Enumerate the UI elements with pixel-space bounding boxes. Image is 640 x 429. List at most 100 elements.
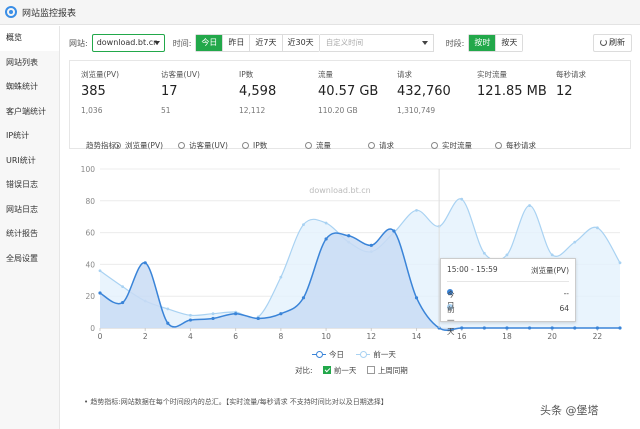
sidebar-item-ip-stats[interactable]: IP统计 — [0, 124, 59, 149]
x-tick-label: 22 — [593, 332, 603, 341]
data-point-yesterday — [324, 221, 328, 225]
data-point-yesterday — [121, 285, 125, 289]
data-point-today — [324, 237, 328, 241]
data-point-yesterday — [550, 253, 554, 257]
monitor-icon — [5, 6, 17, 18]
data-point-today — [188, 318, 193, 322]
y-tick-label: 0 — [90, 324, 95, 333]
data-point-today — [392, 229, 396, 233]
data-point-today — [505, 326, 509, 330]
y-tick-label: 40 — [85, 260, 95, 269]
compare-prev-day-checkbox[interactable] — [322, 366, 331, 374]
sidebar-item-client-stats[interactable]: 客户端统计 — [0, 100, 59, 125]
x-tick-label: 4 — [188, 332, 193, 341]
sidebar-item-site-list[interactable]: 网站列表 — [0, 51, 59, 76]
data-point-today — [279, 312, 283, 316]
tooltip-time: 15:00 - 15:59 — [447, 265, 498, 274]
compare-options: 对比: 前一天 上周同期 — [295, 365, 408, 376]
data-point-today — [301, 296, 306, 300]
trend-note-text: 趋势指标:网站数据在每个时间段内的总汇。【实时流量/每秒请求 不支持时间比对以及… — [90, 398, 388, 406]
data-point-yesterday — [618, 261, 622, 265]
data-point-today — [347, 234, 351, 238]
data-point-today — [369, 243, 373, 247]
data-point-yesterday — [211, 312, 215, 316]
data-point-today — [573, 326, 577, 330]
data-point-today — [595, 326, 599, 330]
y-tick-label: 100 — [81, 165, 96, 174]
data-point-today — [166, 321, 170, 325]
compare-prev-day-label: 前一天 — [333, 366, 357, 375]
x-tick-label: 12 — [367, 332, 377, 341]
legend-item-today[interactable]: 今日 — [312, 349, 344, 360]
tooltip-divider — [447, 281, 569, 282]
sidebar-item-global-settings[interactable]: 全局设置 — [0, 247, 59, 272]
data-point-yesterday — [460, 197, 464, 201]
data-point-today — [143, 261, 147, 265]
data-point-yesterday — [189, 313, 192, 317]
tooltip-row-yesterday: 前一天 64 — [447, 304, 569, 336]
x-tick-label: 10 — [321, 332, 331, 341]
compare-prev-week-checkbox[interactable] — [366, 366, 375, 374]
data-point-today — [460, 326, 464, 330]
chart-legend: 今日 前一天 — [312, 349, 406, 360]
tooltip-metric: 浏览量(PV) — [530, 266, 569, 275]
data-point-yesterday — [166, 307, 170, 311]
x-tick-label: 18 — [502, 332, 512, 341]
tooltip-series-name: 前一天 — [447, 305, 455, 336]
sidebar: 概览 网站列表 蜘蛛统计 客户端统计 IP统计 URI统计 错误日志 网站日志 … — [0, 26, 60, 429]
sidebar-item-site-log[interactable]: 网站日志 — [0, 198, 59, 223]
line-marker-icon — [356, 350, 371, 358]
data-point-today — [256, 316, 260, 321]
sidebar-item-spider-stats[interactable]: 蜘蛛统计 — [0, 75, 59, 100]
data-point-today — [121, 300, 125, 305]
data-point-yesterday — [279, 275, 283, 279]
x-tick-label: 6 — [233, 332, 238, 341]
line-marker-icon — [312, 350, 326, 358]
trend-note: • 趋势指标:网站数据在每个时间段内的总汇。【实时流量/每秒请求 不支持时间比对… — [84, 398, 388, 406]
data-point-yesterday — [415, 208, 418, 212]
data-point-yesterday — [595, 226, 599, 230]
title-bar: 网站监控报表 — [0, 0, 640, 25]
compare-label: 对比: — [295, 366, 313, 375]
chart-watermark: download.bt.cn — [309, 186, 370, 195]
main-panel: 网站: download.bt.cn 时间: 今日 昨日 近7天 近30天 自定… — [60, 26, 640, 429]
x-tick-label: 20 — [547, 332, 557, 341]
app-title: 网站监控报表 — [22, 8, 77, 19]
y-tick-label: 20 — [85, 292, 95, 301]
y-tick-label: 60 — [85, 229, 95, 238]
data-point-today — [527, 326, 532, 330]
x-tick-label: 0 — [98, 332, 103, 341]
data-point-today — [482, 326, 486, 330]
compare-prev-week-label: 上周同期 — [377, 366, 408, 375]
data-point-yesterday — [573, 240, 577, 244]
data-point-today — [234, 312, 238, 316]
corner-watermark: 头条 @堡塔 — [540, 404, 599, 417]
x-tick-label: 14 — [412, 332, 422, 341]
data-point-today — [98, 291, 102, 295]
tooltip-series-value: -- — [563, 289, 569, 298]
legend-item-yesterday[interactable]: 前一天 — [356, 349, 396, 360]
data-point-today — [414, 296, 419, 300]
sidebar-item-overview[interactable]: 概览 — [0, 26, 59, 51]
x-tick-label: 2 — [143, 332, 148, 341]
data-point-yesterday — [482, 251, 486, 255]
sidebar-item-error-log[interactable]: 错误日志 — [0, 173, 59, 198]
legend-label: 今日 — [329, 350, 344, 359]
tooltip-header: 15:00 - 15:59 浏览量(PV) — [447, 265, 569, 277]
sidebar-item-uri-stats[interactable]: URI统计 — [0, 149, 59, 174]
chart-tooltip: 15:00 - 15:59 浏览量(PV) 今日 -- 前一天 64 — [440, 258, 576, 336]
tooltip-series-value: 64 — [559, 304, 569, 313]
y-tick-label: 80 — [85, 197, 95, 206]
data-point-yesterday — [302, 223, 305, 227]
data-point-yesterday — [528, 204, 531, 207]
data-point-yesterday — [505, 253, 509, 257]
x-tick-label: 8 — [278, 332, 283, 341]
data-point-today — [550, 326, 554, 330]
x-tick-label: 16 — [457, 332, 467, 341]
data-point-yesterday — [98, 269, 102, 273]
data-point-today — [618, 326, 622, 330]
legend-label: 前一天 — [373, 350, 396, 359]
tooltip-row-today: 今日 -- — [447, 289, 569, 310]
sidebar-item-reports[interactable]: 统计报告 — [0, 222, 59, 247]
data-point-today — [211, 316, 215, 321]
